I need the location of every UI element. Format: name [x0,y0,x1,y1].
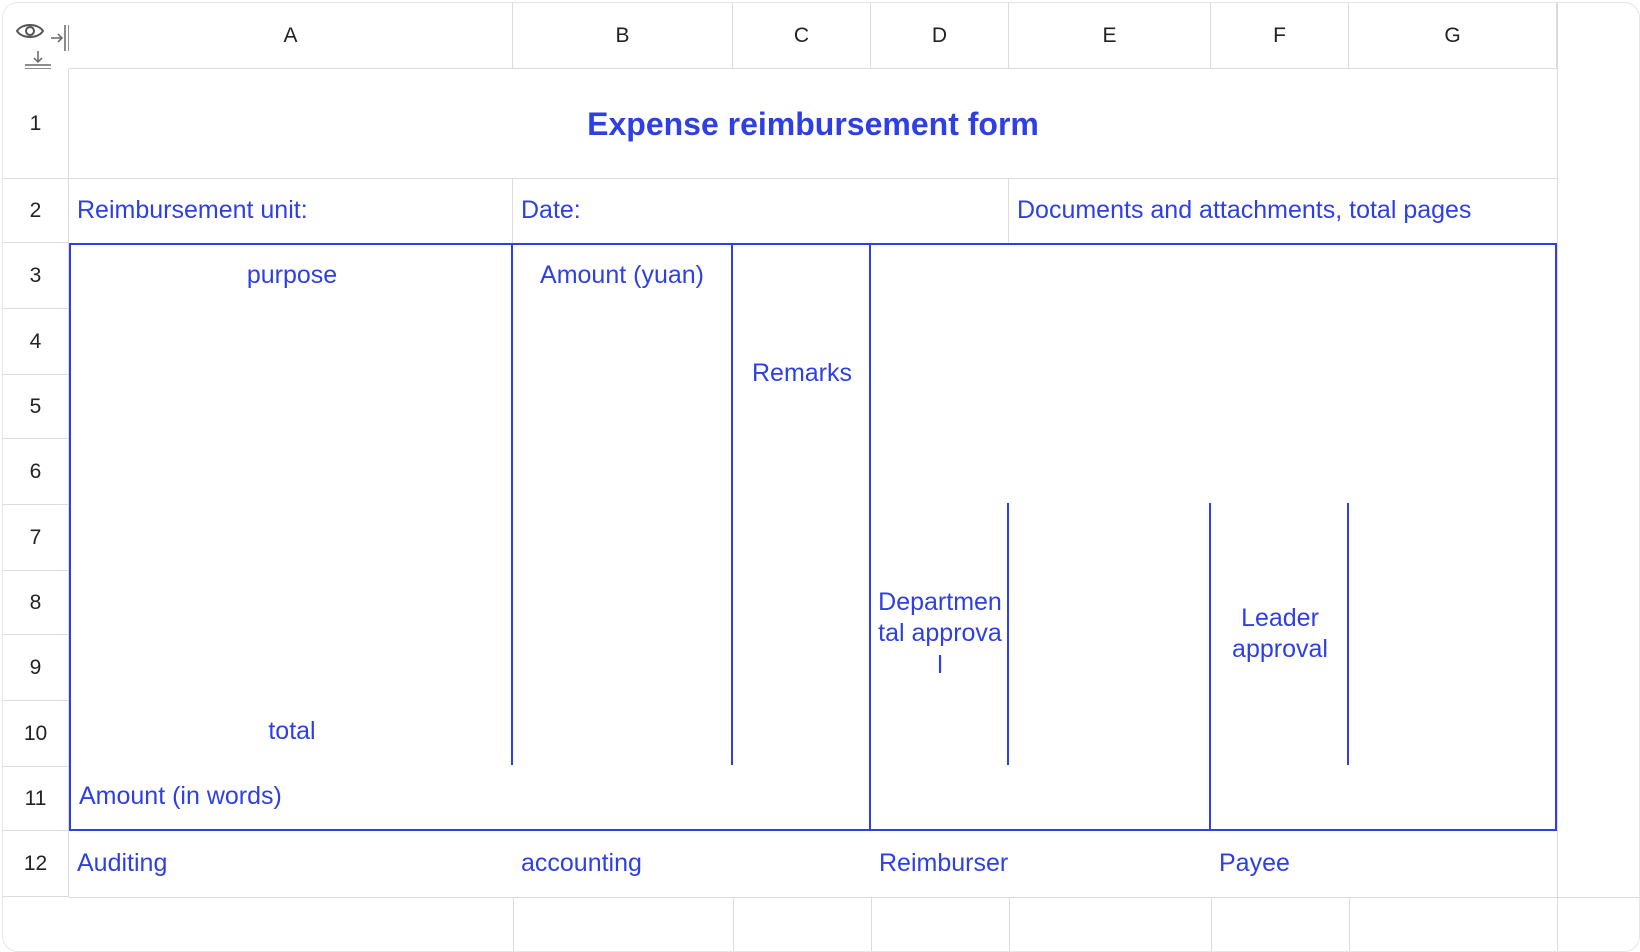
payee-cell[interactable]: Payee [1211,831,1557,897]
purpose-cell[interactable] [69,437,513,505]
amount-header[interactable]: Amount (yuan) [511,243,733,309]
spreadsheet: A B C D E F G 1 2 3 4 5 6 7 8 9 10 11 12… [2,2,1640,952]
column-header-a[interactable]: A [69,3,513,69]
remarks-content-cell[interactable] [869,243,1557,505]
column-header-d[interactable]: D [871,3,1009,69]
remark-cell[interactable] [733,503,871,571]
departmental-approval-cell[interactable] [1007,503,1211,767]
row-header-12[interactable]: 12 [3,831,69,897]
amount-cell[interactable] [511,633,733,701]
form-title[interactable]: Expense reimbursement form [69,69,1557,179]
total-label[interactable]: total [69,699,513,767]
row-header-6[interactable]: 6 [3,439,69,505]
row-header-11[interactable]: 11 [3,767,69,831]
reimburser-cell[interactable]: Reimburser [871,831,1211,897]
purpose-header[interactable]: purpose [69,243,513,309]
purpose-cell[interactable] [69,633,513,701]
amount-cell[interactable] [511,569,733,635]
purpose-cell[interactable] [69,503,513,571]
column-header-g[interactable]: G [1349,3,1557,69]
leader-approval-cell[interactable] [1347,503,1557,767]
row-header-4[interactable]: 4 [3,309,69,375]
amount-words-extra-cell[interactable] [1209,765,1557,831]
reimbursement-unit-cell[interactable]: Reimbursement unit: [69,179,513,243]
purpose-cell[interactable] [69,569,513,635]
remark-cell[interactable] [733,633,871,701]
gridline [1557,3,1558,951]
amount-cell[interactable] [511,373,733,439]
eye-icon[interactable] [15,21,45,41]
row-header-7[interactable]: 7 [3,505,69,571]
amount-cell[interactable] [511,437,733,505]
column-header-c[interactable]: C [733,3,871,69]
row-header-5[interactable]: 5 [3,375,69,439]
row-header-8[interactable]: 8 [3,571,69,635]
row-header-2[interactable]: 2 [3,179,69,243]
amount-words-label[interactable]: Amount (in words) [69,765,871,831]
total-amount-cell[interactable] [511,699,733,767]
row-header-10[interactable]: 10 [3,701,69,767]
remark-cell[interactable] [733,569,871,635]
purpose-cell[interactable] [69,373,513,439]
amount-cell[interactable] [511,307,733,375]
row-header-9[interactable]: 9 [3,635,69,701]
accounting-cell[interactable]: accounting [513,831,871,897]
date-cell[interactable]: Date: [513,179,1009,243]
purpose-cell[interactable] [69,307,513,375]
remarks-label[interactable]: Remarks [733,243,871,505]
departmental-approval-label[interactable]: Departmental approval [869,503,1009,767]
row-header-1[interactable]: 1 [3,69,69,179]
leader-approval-label[interactable]: Leader approval [1209,503,1349,767]
column-header-e[interactable]: E [1009,3,1211,69]
gridline [69,897,1639,898]
sheet-corner [3,3,83,83]
total-remark-cell[interactable] [733,699,871,767]
documents-cell[interactable]: Documents and attachments, total pages [1009,179,1557,243]
column-header-b[interactable]: B [513,3,733,69]
amount-cell[interactable] [511,503,733,571]
auditing-cell[interactable]: Auditing [69,831,513,897]
row-header-3[interactable]: 3 [3,243,69,309]
amount-words-cell[interactable] [869,765,1211,831]
column-header-f[interactable]: F [1211,3,1349,69]
